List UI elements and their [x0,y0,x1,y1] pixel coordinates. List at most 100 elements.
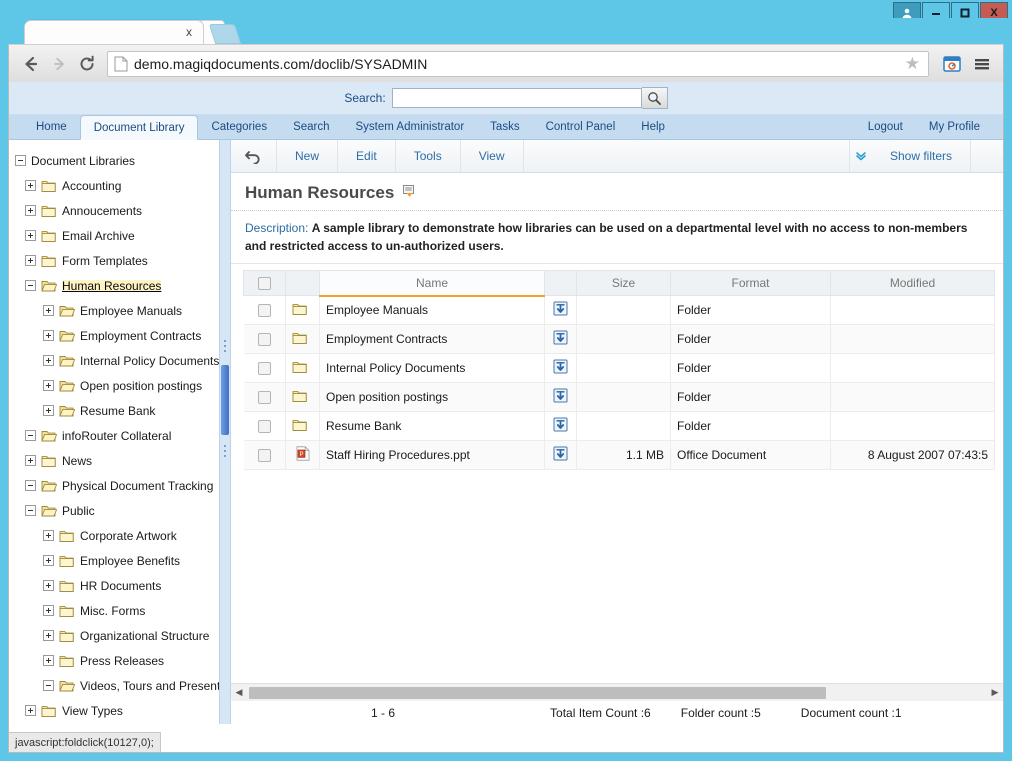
forward-arrow-icon[interactable] [45,50,73,78]
row-download-cell[interactable] [544,353,577,383]
back-arrow-icon[interactable] [17,50,45,78]
nav-item-home[interactable]: Home [23,115,80,139]
sidebar-item-public[interactable]: Public [15,498,219,523]
modified-column-header[interactable]: Modified [830,270,995,296]
sidebar-item-accounting[interactable]: Accounting [15,173,219,198]
tree-collapse-icon[interactable] [25,505,36,516]
tree-expand-icon[interactable] [43,355,54,366]
extension-icon[interactable] [939,51,965,77]
sidebar-item-employee-benefits[interactable]: Employee Benefits [15,548,219,573]
row-name[interactable]: Internal Policy Documents [319,353,545,383]
tree-expand-icon[interactable] [43,305,54,316]
format-column-header[interactable]: Format [670,270,831,296]
tree-expand-icon[interactable] [25,455,36,466]
tree-collapse-icon[interactable] [25,430,36,441]
row-name[interactable]: Employee Manuals [319,295,545,325]
row-download-cell[interactable] [544,295,577,325]
tree-expand-icon[interactable] [43,555,54,566]
tree-expand-icon[interactable] [43,630,54,641]
reload-icon[interactable] [73,50,101,78]
tree-collapse-icon[interactable] [25,280,36,291]
row-download-cell[interactable] [544,440,577,470]
select-all-header[interactable] [243,270,286,296]
nav-item-logout[interactable]: Logout [855,115,916,139]
properties-icon[interactable] [402,183,416,203]
nav-item-help[interactable]: Help [628,115,678,139]
row-checkbox[interactable] [257,362,271,376]
sidebar-item-internal-policy-documents[interactable]: Internal Policy Documents [15,348,219,373]
tree-expand-icon[interactable] [43,380,54,391]
select-all-checkbox[interactable] [258,277,271,291]
table-row[interactable]: P Staff Hiring Procedures.ppt 1.1 MB Office… [243,440,995,470]
table-row[interactable]: Employee Manuals Folder [243,295,995,325]
sidebar-item-employment-contracts[interactable]: Employment Contracts [15,323,219,348]
double-chevron-down-icon[interactable] [850,140,872,172]
row-download-cell[interactable] [544,324,577,354]
tree-expand-icon[interactable] [25,255,36,266]
bookmark-star-icon[interactable]: ★ [905,54,922,74]
sidebar-splitter[interactable] [219,140,231,724]
tree-expand-icon[interactable] [43,530,54,541]
tools-button[interactable]: Tools [396,140,461,172]
splitter-handle[interactable] [221,365,229,435]
sidebar-item-organizational-structure[interactable]: Organizational Structure [15,623,219,648]
row-name[interactable]: Staff Hiring Procedures.ppt [319,440,545,470]
show-filters-button[interactable]: Show filters [872,140,971,172]
sidebar-item-employee-manuals[interactable]: Employee Manuals [15,298,219,323]
row-select-cell[interactable] [243,440,286,470]
sidebar-item-human-resources[interactable]: Human Resources [15,273,219,298]
sidebar-item-hr-documents[interactable]: HR Documents [15,573,219,598]
row-checkbox[interactable] [257,420,271,434]
tree-collapse-icon[interactable] [25,480,36,491]
search-input[interactable] [391,88,642,108]
tree-expand-icon[interactable] [25,705,36,716]
sidebar-item-corporate-artwork[interactable]: Corporate Artwork [15,523,219,548]
tree-node-document-libraries[interactable]: Document Libraries [15,148,219,173]
sidebar-item-inforouter-collateral[interactable]: infoRouter Collateral [15,423,219,448]
scrollbar-thumb[interactable] [249,686,827,699]
download-icon[interactable] [553,359,568,374]
nav-item-control-panel[interactable]: Control Panel [533,115,629,139]
row-select-cell[interactable] [243,382,286,412]
nav-item-search[interactable]: Search [280,115,342,139]
sidebar-item-videos-tours-and-presentat[interactable]: Videos, Tours and Presentat [15,673,219,698]
sidebar-item-annoucements[interactable]: Annoucements [15,198,219,223]
sidebar-item-press-releases[interactable]: Press Releases [15,648,219,673]
table-row[interactable]: Open position postings Folder [243,382,995,412]
row-checkbox[interactable] [257,391,271,405]
row-select-cell[interactable] [243,411,286,441]
edit-button[interactable]: Edit [338,140,396,172]
tree-expand-icon[interactable] [25,230,36,241]
download-icon[interactable] [553,446,568,461]
row-select-cell[interactable] [243,353,286,383]
download-icon[interactable] [553,388,568,403]
search-submit-button[interactable] [641,87,668,109]
row-name[interactable]: Open position postings [319,382,545,412]
new-button[interactable]: New [277,140,339,172]
scrollbar-track[interactable] [247,684,987,702]
tree-expand-icon[interactable] [43,330,54,341]
nav-item-tasks[interactable]: Tasks [477,115,532,139]
address-bar[interactable]: demo.magiqdocuments.com/doclib/SYSADMIN … [107,50,929,77]
tree-expand-icon[interactable] [43,405,54,416]
download-icon[interactable] [553,330,568,345]
row-select-cell[interactable] [243,295,286,325]
nav-item-system-administrator[interactable]: System Administrator [343,115,478,139]
nav-item-document-library[interactable]: Document Library [79,115,199,140]
row-select-cell[interactable] [243,324,286,354]
nav-item-my-profile[interactable]: My Profile [916,115,993,139]
tree-collapse-icon[interactable] [43,680,54,691]
row-name[interactable]: Employment Contracts [319,324,545,354]
sidebar-item-email-archive[interactable]: Email Archive [15,223,219,248]
scroll-left-arrow-icon[interactable]: ◀ [231,684,247,702]
row-checkbox[interactable] [257,449,271,463]
table-row[interactable]: Employment Contracts Folder [243,324,995,354]
row-checkbox[interactable] [257,304,271,318]
tree-expand-icon[interactable] [25,180,36,191]
sidebar-item-news[interactable]: News [15,448,219,473]
hamburger-menu-icon[interactable] [969,51,995,77]
horizontal-scrollbar[interactable]: ◀ ▶ [231,683,1003,701]
tree-expand-icon[interactable] [43,655,54,666]
view-button[interactable]: View [461,140,524,172]
name-column-header[interactable]: Name [319,270,545,297]
